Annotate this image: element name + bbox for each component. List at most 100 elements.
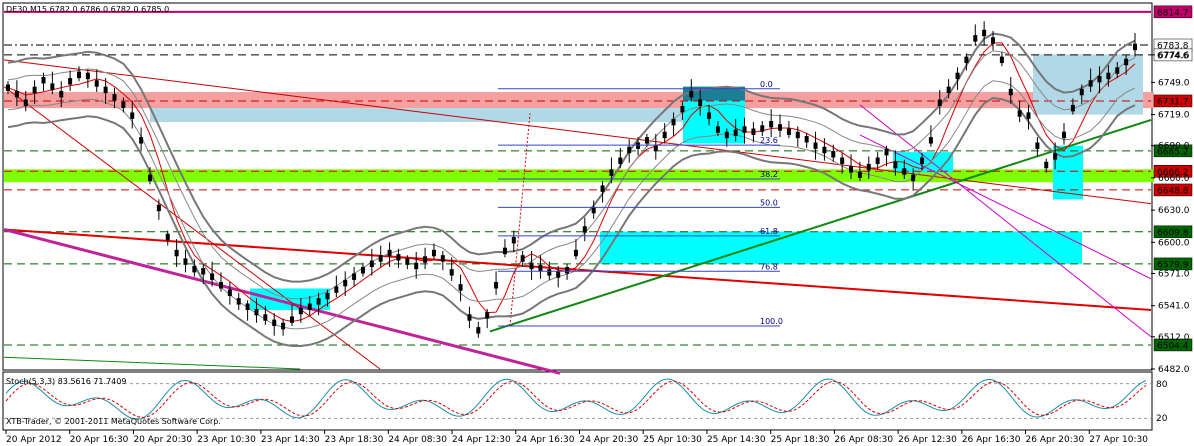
fib-level-label: 38.2 — [760, 170, 778, 179]
price-candle — [218, 282, 223, 289]
price-candle — [272, 319, 277, 327]
price-candle — [928, 137, 933, 144]
price-candle — [440, 255, 445, 262]
price-candle — [298, 307, 303, 315]
price-candle — [227, 289, 232, 296]
price-candle — [1133, 43, 1137, 51]
x-tick-label: 26 Apr 12:30 — [898, 435, 957, 445]
price-candle — [840, 157, 845, 164]
price-candle — [662, 131, 667, 139]
price-candle — [1097, 75, 1102, 83]
price-candle — [556, 271, 561, 278]
cyan-zone-fib — [600, 231, 1082, 264]
price-candle — [822, 146, 827, 154]
x-tick-label: 25 Apr 10:30 — [643, 435, 702, 445]
price-candle — [1079, 88, 1084, 96]
x-tick-label: 23 Apr 10:30 — [197, 435, 256, 445]
price-candle — [316, 298, 321, 305]
price-candle — [1115, 67, 1120, 74]
blue-zone-left — [150, 108, 690, 123]
price-candle — [893, 161, 898, 169]
x-tick-label: 20 Apr 20:30 — [133, 435, 192, 445]
x-tick-label: 23 Apr 14:30 — [261, 435, 320, 445]
price-candle — [281, 322, 286, 330]
price-candle — [94, 80, 99, 87]
price-candle — [715, 126, 720, 133]
price-candle — [502, 247, 507, 255]
price-candle — [857, 171, 862, 178]
price-candle — [644, 137, 649, 144]
price-candle — [103, 86, 108, 94]
price-candle — [236, 298, 241, 305]
price-candle — [849, 166, 854, 173]
stoch-level-80: 80 — [1156, 380, 1168, 390]
price-candle — [174, 249, 179, 257]
price-candle — [263, 314, 268, 321]
price-candle — [14, 90, 19, 98]
price-candle — [1070, 104, 1075, 112]
y-tick-label: 6774.6 — [1158, 51, 1190, 61]
price-candle — [121, 101, 126, 109]
price-candle — [1088, 80, 1093, 87]
price-candle — [618, 157, 623, 164]
price-candle — [76, 71, 81, 79]
price-candle — [23, 99, 28, 106]
price-candle — [431, 249, 436, 257]
y-tick-label: 6482.0 — [1158, 365, 1190, 375]
price-candle — [573, 249, 578, 257]
x-tick-label: 23 Apr 18:30 — [325, 435, 384, 445]
y-tick-label: 6571.0 — [1158, 269, 1190, 279]
price-candle — [201, 268, 206, 275]
price-candle — [1106, 72, 1111, 80]
price-candle — [139, 137, 144, 144]
price-candle — [112, 94, 117, 101]
price-candle — [973, 35, 978, 42]
price-candle — [671, 118, 676, 126]
price-candle — [911, 174, 916, 182]
price-level-label: 6609.8 — [1157, 228, 1189, 238]
price-level-label: 6814.7 — [1157, 8, 1189, 18]
stoch-level-20: 20 — [1156, 414, 1168, 424]
chart-window[interactable]: { "header": { "symbol_line": "DE30,M15 6… — [0, 0, 1194, 446]
price-candle — [786, 128, 791, 135]
y-tick-label: 6660.0 — [1158, 174, 1190, 184]
y-tick-label: 6690.0 — [1158, 142, 1190, 152]
price-candle — [41, 77, 46, 84]
price-candle — [946, 86, 951, 94]
price-candle — [609, 169, 614, 176]
price-candle — [680, 105, 685, 113]
stoch-label: Stoch(5,3,3) 83.5616 71.7409 — [6, 377, 126, 386]
price-candle — [485, 312, 490, 319]
x-tick-label: 24 Apr 16:30 — [516, 435, 575, 445]
price-candle — [130, 112, 135, 119]
price-candle — [955, 72, 960, 80]
x-tick-label: 24 Apr 08:30 — [388, 435, 447, 445]
price-candle — [964, 56, 969, 64]
price-candle — [369, 260, 374, 268]
price-candle — [627, 146, 632, 154]
y-tick-label: 6630.0 — [1158, 206, 1190, 216]
fib-level-label: 100.0 — [760, 317, 783, 326]
price-candle — [458, 284, 463, 291]
price-candle — [68, 78, 73, 85]
price-candle — [192, 265, 197, 273]
x-tick-label: 27 Apr 10:30 — [1089, 435, 1148, 445]
price-candle — [50, 83, 55, 90]
price-candle — [742, 126, 747, 133]
price-candle — [360, 267, 365, 274]
price-chart[interactable]: 6814.76783.86774.66731.76685.26666.26648… — [0, 0, 1194, 446]
price-candle — [547, 269, 552, 276]
price-candle — [1044, 161, 1049, 169]
price-candle — [689, 90, 694, 98]
price-level-label: 6504.4 — [1157, 341, 1189, 351]
price-candle — [1035, 142, 1040, 149]
price-candle — [1124, 58, 1129, 66]
price-candle — [387, 249, 392, 257]
price-candle — [831, 151, 836, 158]
price-candle — [991, 37, 996, 44]
price-candle — [920, 157, 925, 164]
price-candle — [795, 131, 800, 139]
price-candle — [538, 264, 543, 272]
price-candle — [778, 124, 783, 131]
price-candle — [334, 286, 339, 293]
